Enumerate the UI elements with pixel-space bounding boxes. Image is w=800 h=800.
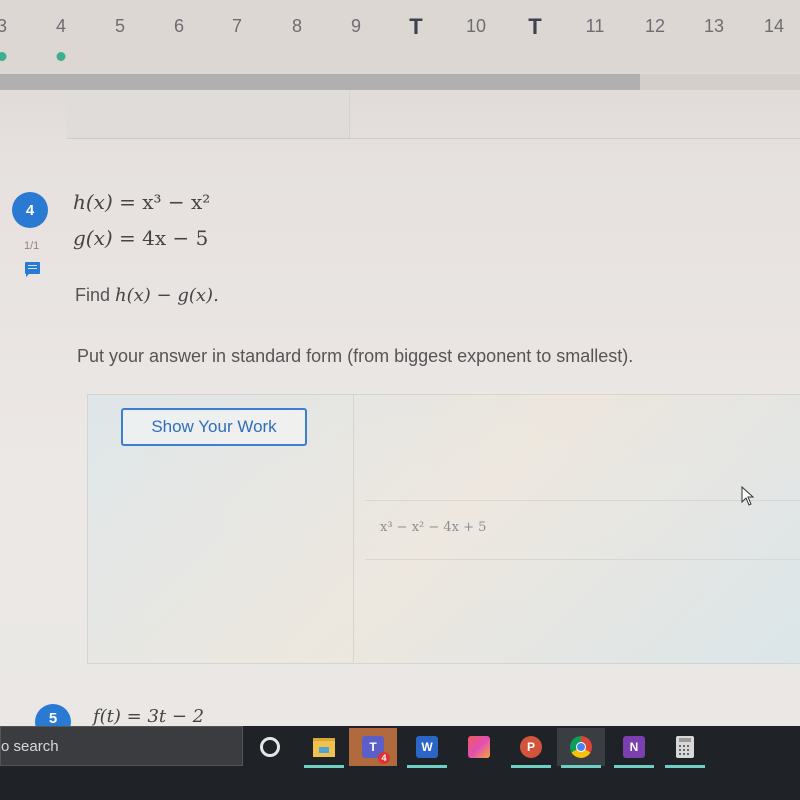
- question-nav-item[interactable]: 14: [764, 16, 784, 37]
- equation-g-rhs: = 4x − 5: [119, 226, 209, 250]
- question-nav-item[interactable]: 10: [466, 16, 486, 37]
- taskbar-creative-cloud[interactable]: [455, 728, 503, 766]
- taskbar-teams[interactable]: T4: [349, 728, 397, 766]
- calculator-icon: [676, 736, 694, 758]
- previous-work-cell: [67, 90, 350, 138]
- equation-h-rhs: = x³ − x²: [119, 190, 211, 214]
- equation-g: g(x) = 4x − 5: [73, 226, 208, 250]
- question-nav-item[interactable]: 5: [115, 16, 125, 37]
- prompt-expression: h(x) − g(x).: [115, 285, 219, 306]
- equation-g-lhs: g(x): [73, 226, 113, 250]
- taskbar-cortana[interactable]: [246, 728, 294, 766]
- question-prompt: Find h(x) − g(x).: [75, 285, 219, 306]
- question-nav-item[interactable]: 6: [174, 16, 184, 37]
- nav-scrollbar[interactable]: [0, 74, 800, 90]
- taskbar-onenote[interactable]: N: [610, 728, 658, 768]
- question-number-badge: 4: [12, 192, 48, 228]
- question-nav-item[interactable]: 8: [292, 16, 302, 37]
- previous-question-work-area: [67, 90, 800, 139]
- question-nav-item[interactable]: 9: [351, 16, 361, 37]
- question-instruction: Put your answer in standard form (from b…: [77, 346, 634, 366]
- show-your-work-button[interactable]: Show Your Work: [121, 408, 307, 446]
- running-indicator: [665, 765, 705, 768]
- equation-f: f(t) = 3t − 2: [93, 706, 204, 727]
- answer-value: x³ − x² − 4x + 5: [380, 520, 487, 535]
- word-icon: W: [416, 736, 438, 758]
- taskbar-powerpoint[interactable]: P: [507, 728, 555, 768]
- equation-h-lhs: h(x): [73, 190, 113, 214]
- teams-icon: T4: [362, 736, 390, 764]
- question-nav-item[interactable]: 12: [645, 16, 665, 37]
- answered-dot: [0, 52, 7, 61]
- cortana-icon: [260, 737, 280, 757]
- teacher-slide-nav-item[interactable]: T: [528, 14, 541, 40]
- question-score: 1/1: [24, 240, 40, 252]
- creative-cloud-icon: [468, 736, 490, 758]
- folder-icon: [313, 737, 335, 757]
- question-nav-item[interactable]: 3: [0, 16, 7, 37]
- chrome-icon: [570, 736, 592, 758]
- work-area-divider: [353, 394, 354, 662]
- taskbar-search-box[interactable]: o search: [0, 726, 243, 766]
- question-nav-item[interactable]: 11: [586, 16, 605, 37]
- running-indicator: [561, 765, 601, 768]
- running-indicator: [407, 765, 447, 768]
- running-indicator: [304, 765, 344, 768]
- taskbar-calculator[interactable]: [661, 728, 709, 768]
- question-nav-item[interactable]: 4: [56, 16, 66, 37]
- taskbar-word[interactable]: W: [403, 728, 451, 768]
- comment-icon[interactable]: [25, 262, 40, 277]
- question-nav-item[interactable]: 7: [232, 16, 242, 37]
- question-navigation: 3 4 5 6 7 8 9 T 10 T 11 12 13 14: [0, 0, 800, 72]
- running-indicator: [511, 765, 551, 768]
- mouse-cursor-icon: [741, 486, 755, 506]
- teacher-slide-nav-item[interactable]: T: [409, 14, 422, 40]
- notification-badge: 4: [378, 752, 390, 764]
- search-placeholder: o search: [1, 738, 59, 755]
- taskbar-file-explorer[interactable]: [300, 728, 348, 768]
- equation-f-text: f(t) = 3t − 2: [93, 706, 205, 727]
- question-nav-item[interactable]: 13: [704, 16, 724, 37]
- taskbar-chrome[interactable]: [557, 728, 605, 768]
- powerpoint-icon: P: [520, 736, 542, 758]
- running-indicator: [614, 765, 654, 768]
- equation-h: h(x) = x³ − x²: [73, 190, 210, 214]
- onenote-icon: N: [623, 736, 645, 758]
- answered-dot: [56, 52, 66, 61]
- prompt-label: Find: [75, 285, 111, 305]
- nav-scrollbar-thumb[interactable]: [0, 74, 640, 90]
